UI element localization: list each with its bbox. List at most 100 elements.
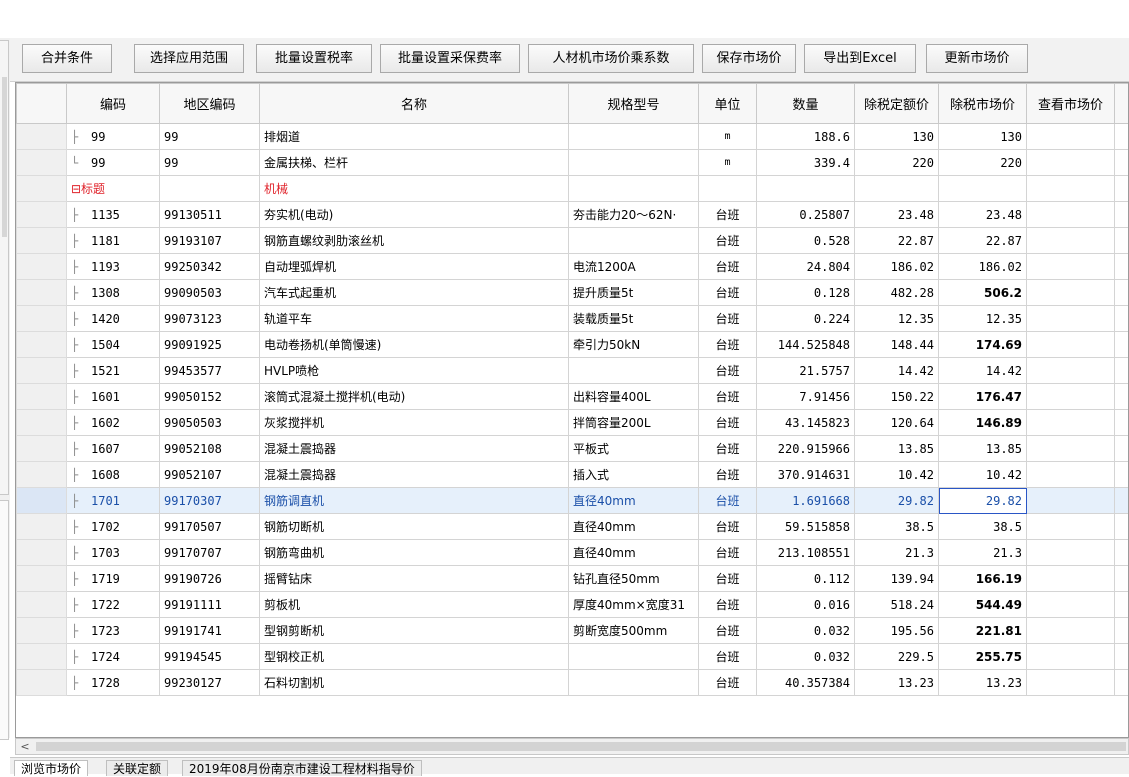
code-cell[interactable]: ├1193 (67, 254, 160, 280)
tax-cell[interactable] (1115, 358, 1129, 384)
quantity-cell[interactable]: 0.016 (757, 592, 855, 618)
table-row[interactable]: ├172499194545型钢校正机台班0.032229.5255.75 (17, 644, 1129, 670)
column-header-spec[interactable]: 规格型号 (569, 84, 699, 124)
code-cell[interactable]: ⊟标题 (67, 176, 160, 202)
market-price-cell[interactable]: 23.48 (939, 202, 1027, 228)
quota-price-cell[interactable]: 130 (855, 124, 939, 150)
view-market-price-cell[interactable] (1027, 644, 1115, 670)
quota-price-cell[interactable]: 186.02 (855, 254, 939, 280)
region-code-cell[interactable]: 99170507 (160, 514, 260, 540)
market-price-cell[interactable]: 21.3 (939, 540, 1027, 566)
tax-cell[interactable] (1115, 462, 1129, 488)
table-row[interactable]: ├170399170707钢筋弯曲机直径40mm台班213.10855121.3… (17, 540, 1129, 566)
region-code-cell[interactable]: 99190726 (160, 566, 260, 592)
market-price-cell[interactable]: 38.5 (939, 514, 1027, 540)
tax-cell[interactable] (1115, 436, 1129, 462)
code-cell[interactable]: ├1504 (67, 332, 160, 358)
spec-cell[interactable] (569, 124, 699, 150)
unit-cell[interactable]: 台班 (699, 202, 757, 228)
spec-cell[interactable] (569, 670, 699, 696)
quota-price-cell[interactable]: 12.35 (855, 306, 939, 332)
unit-cell[interactable]: 台班 (699, 384, 757, 410)
spec-cell[interactable]: 钻孔直径50mm (569, 566, 699, 592)
row-header-cell[interactable] (17, 540, 67, 566)
left-panel-scroll-thumb[interactable] (2, 77, 7, 237)
region-code-cell[interactable]: 99050503 (160, 410, 260, 436)
code-cell[interactable]: ├1722 (67, 592, 160, 618)
tax-cell[interactable] (1115, 280, 1129, 306)
spec-cell[interactable]: 直径40mm (569, 488, 699, 514)
update-market-price-button[interactable]: 更新市场价 (926, 44, 1028, 73)
market-price-cell[interactable]: 174.69 (939, 332, 1027, 358)
quota-price-cell[interactable]: 518.24 (855, 592, 939, 618)
tax-cell[interactable] (1115, 618, 1129, 644)
row-header-cell[interactable] (17, 592, 67, 618)
view-market-price-cell[interactable] (1027, 332, 1115, 358)
view-market-price-cell[interactable] (1027, 124, 1115, 150)
quota-price-cell[interactable]: 21.3 (855, 540, 939, 566)
column-header-view-market-price[interactable]: 查看市场价 (1027, 84, 1115, 124)
name-cell[interactable]: 摇臂钻床 (260, 566, 569, 592)
tax-cell[interactable] (1115, 332, 1129, 358)
merge-conditions-button[interactable]: 合并条件 (22, 44, 112, 73)
view-market-price-cell[interactable] (1027, 384, 1115, 410)
spec-cell[interactable]: 直径40mm (569, 514, 699, 540)
unit-cell[interactable]: 台班 (699, 410, 757, 436)
quota-price-cell[interactable]: 150.22 (855, 384, 939, 410)
column-header-quantity[interactable]: 数量 (757, 84, 855, 124)
region-code-cell[interactable]: 99073123 (160, 306, 260, 332)
code-cell[interactable]: ├1308 (67, 280, 160, 306)
spec-cell[interactable]: 装载质量5t (569, 306, 699, 332)
quantity-cell[interactable]: 40.357384 (757, 670, 855, 696)
unit-cell[interactable]: 台班 (699, 514, 757, 540)
view-market-price-cell[interactable] (1027, 670, 1115, 696)
table-row[interactable]: ├130899090503汽车式起重机提升质量5t台班0.128482.2850… (17, 280, 1129, 306)
name-cell[interactable]: 排烟道 (260, 124, 569, 150)
table-row[interactable]: ├170299170507钢筋切断机直径40mm台班59.51585838.53… (17, 514, 1129, 540)
table-row[interactable]: ├9999排烟道m188.6130130 (17, 124, 1129, 150)
quantity-cell[interactable]: 220.915966 (757, 436, 855, 462)
region-code-cell[interactable]: 99230127 (160, 670, 260, 696)
row-header-cell[interactable] (17, 150, 67, 176)
region-code-cell[interactable]: 99193107 (160, 228, 260, 254)
table-row[interactable]: ├170199170307钢筋调直机直径40mm台班1.69166829.822… (17, 488, 1129, 514)
spec-cell[interactable]: 剪断宽度500mm (569, 618, 699, 644)
market-price-cell[interactable]: 176.47 (939, 384, 1027, 410)
table-row[interactable]: ├142099073123轨道平车装载质量5t台班0.22412.3512.35 (17, 306, 1129, 332)
quota-price-cell[interactable]: 13.85 (855, 436, 939, 462)
code-cell[interactable]: ├1723 (67, 618, 160, 644)
spec-cell[interactable] (569, 150, 699, 176)
quota-price-cell[interactable]: 22.87 (855, 228, 939, 254)
unit-cell[interactable]: 台班 (699, 358, 757, 384)
horizontal-scrollbar[interactable]: < (15, 738, 1129, 755)
spec-cell[interactable]: 提升质量5t (569, 280, 699, 306)
unit-cell[interactable]: 台班 (699, 332, 757, 358)
tax-cell[interactable] (1115, 488, 1129, 514)
table-row[interactable]: ├113599130511夯实机(电动)夯击能力20～62N·台班0.25807… (17, 202, 1129, 228)
spec-cell[interactable]: 夯击能力20～62N· (569, 202, 699, 228)
table-row[interactable]: ├160299050503灰浆搅拌机拌筒容量200L台班43.145823120… (17, 410, 1129, 436)
quota-price-cell[interactable]: 220 (855, 150, 939, 176)
row-header-cell[interactable] (17, 488, 67, 514)
view-market-price-cell[interactable] (1027, 462, 1115, 488)
market-price-cell[interactable]: 506.2 (939, 280, 1027, 306)
unit-cell[interactable]: 台班 (699, 488, 757, 514)
quantity-cell[interactable]: 0.528 (757, 228, 855, 254)
table-row[interactable]: ├171999190726摇臂钻床钻孔直径50mm台班0.112139.9416… (17, 566, 1129, 592)
column-header-tax[interactable]: 税 (1115, 84, 1129, 124)
row-header-corner[interactable] (17, 84, 67, 124)
spec-cell[interactable]: 出料容量400L (569, 384, 699, 410)
unit-cell[interactable]: 台班 (699, 254, 757, 280)
code-cell[interactable]: ├1703 (67, 540, 160, 566)
quantity-cell[interactable]: 144.525848 (757, 332, 855, 358)
quantity-cell[interactable]: 339.4 (757, 150, 855, 176)
quantity-cell[interactable] (757, 176, 855, 202)
unit-cell[interactable]: 台班 (699, 306, 757, 332)
spec-cell[interactable] (569, 176, 699, 202)
tax-cell[interactable] (1115, 384, 1129, 410)
quantity-cell[interactable]: 0.128 (757, 280, 855, 306)
quota-price-cell[interactable]: 29.82 (855, 488, 939, 514)
table-row[interactable]: ├119399250342自动埋弧焊机电流1200A台班24.804186.02… (17, 254, 1129, 280)
name-cell[interactable]: 自动埋弧焊机 (260, 254, 569, 280)
region-code-cell[interactable]: 99170307 (160, 488, 260, 514)
